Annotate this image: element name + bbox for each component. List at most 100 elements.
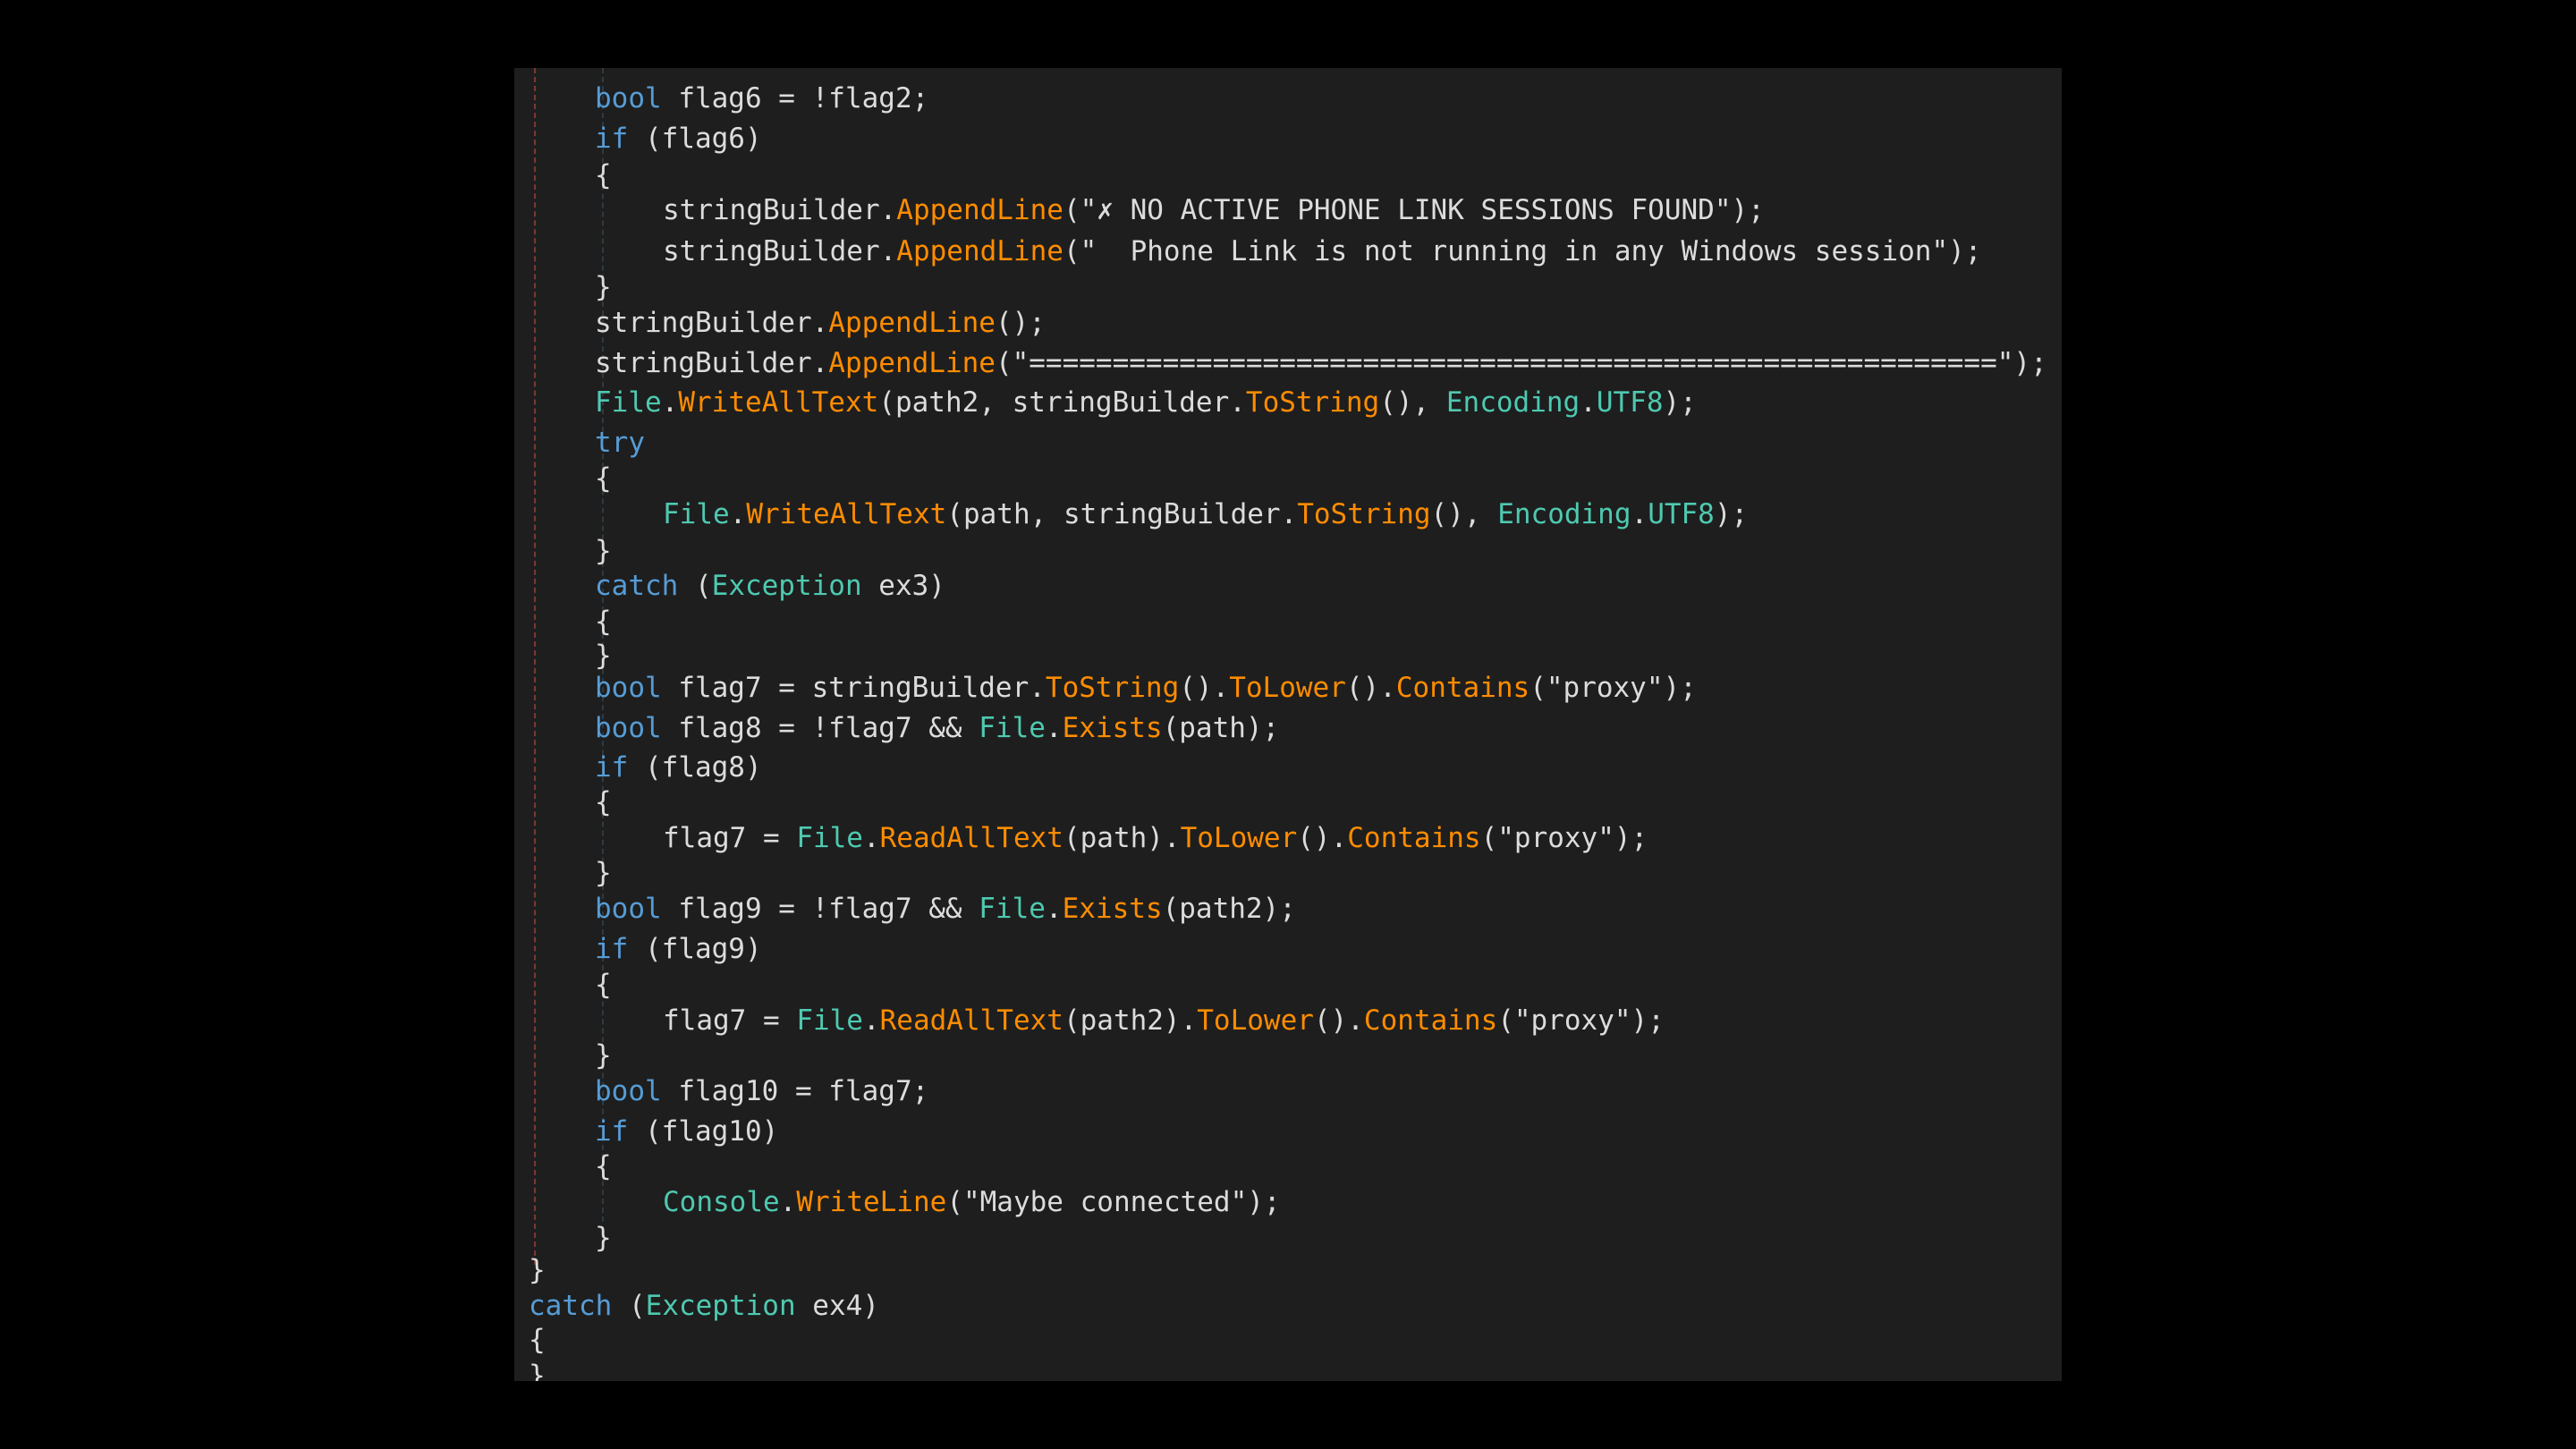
code-line[interactable]: bool flag6 = !flag2;: [595, 80, 928, 116]
code-line[interactable]: {: [595, 157, 612, 193]
code-editor[interactable]: bool flag6 = !flag2; if (flag6){stringBui…: [514, 68, 2062, 1381]
code-line[interactable]: File.WriteAllText(path2, stringBuilder.T…: [595, 385, 1697, 420]
code-token: File: [595, 386, 662, 419]
code-token: Contains: [1395, 672, 1530, 704]
code-token: ();: [995, 307, 1046, 339]
code-line[interactable]: if (flag8): [595, 750, 762, 785]
code-line[interactable]: bool flag9 = !flag7 && File.Exists(path2…: [595, 891, 1296, 927]
code-token: ex3): [861, 570, 945, 602]
code-line[interactable]: }: [595, 269, 612, 305]
code-token: {: [595, 1150, 612, 1182]
code-token: stringBuilder.: [595, 347, 829, 379]
code-token: File: [796, 1004, 863, 1037]
code-line[interactable]: try: [595, 425, 645, 461]
code-area[interactable]: bool flag6 = !flag2; if (flag6){stringBui…: [514, 68, 2062, 1381]
code-line[interactable]: bool flag8 = !flag7 && File.Exists(path)…: [595, 710, 1279, 746]
code-token: Exists: [1062, 893, 1163, 925]
code-token: );: [1663, 386, 1697, 419]
code-token: {: [595, 969, 612, 1001]
code-line[interactable]: {: [595, 461, 612, 496]
code-token: File: [663, 498, 730, 530]
code-token: WriteLine: [796, 1186, 947, 1218]
code-token: flag7 =: [663, 1004, 797, 1037]
code-line[interactable]: stringBuilder.AppendLine("✗ NO ACTIVE PH…: [663, 192, 1765, 228]
code-token: Exception: [645, 1290, 796, 1322]
code-token: ().: [1313, 1004, 1364, 1037]
code-line[interactable]: }: [529, 1252, 546, 1288]
code-line[interactable]: {: [595, 967, 612, 1003]
code-token: bool: [595, 893, 662, 925]
code-line[interactable]: }: [595, 1220, 612, 1256]
code-token: }: [595, 271, 612, 303]
code-token: (" Phone Link is not running in any Wind…: [1063, 235, 1982, 267]
code-line[interactable]: stringBuilder.AppendLine(" Phone Link is…: [663, 233, 1981, 269]
code-line[interactable]: }: [529, 1358, 546, 1381]
code-token: ToString: [1045, 672, 1180, 704]
code-token: }: [595, 857, 612, 889]
code-token: (path2).: [1063, 1004, 1198, 1037]
code-token: .: [1045, 712, 1063, 744]
code-token: ToLower: [1229, 672, 1346, 704]
code-token: (flag9): [628, 933, 762, 965]
code-line[interactable]: {: [595, 1148, 612, 1184]
code-line[interactable]: }: [595, 533, 612, 569]
code-line[interactable]: {: [529, 1322, 546, 1358]
code-line[interactable]: flag7 = File.ReadAllText(path).ToLower()…: [663, 820, 1648, 856]
code-line[interactable]: }: [595, 638, 612, 674]
code-token: }: [595, 1222, 612, 1254]
code-token: {: [595, 606, 612, 638]
code-line[interactable]: if (flag9): [595, 931, 762, 967]
code-token: File: [979, 712, 1046, 744]
code-line[interactable]: bool flag7 = stringBuilder.ToString().To…: [595, 670, 1697, 706]
code-token: (),: [1430, 498, 1498, 530]
code-token: Exception: [711, 570, 862, 602]
code-line[interactable]: Console.WriteLine("Maybe connected");: [663, 1184, 1281, 1220]
code-token: ().: [1179, 672, 1230, 704]
code-line[interactable]: {: [595, 784, 612, 820]
code-line[interactable]: flag7 = File.ReadAllText(path2).ToLower(…: [663, 1003, 1665, 1038]
code-token: ("proxy");: [1480, 822, 1648, 854]
code-token: Encoding: [1445, 386, 1580, 419]
code-token: (: [678, 570, 712, 602]
code-token: .: [1045, 893, 1063, 925]
code-token: if: [595, 1115, 629, 1148]
code-line[interactable]: if (flag6): [595, 121, 762, 157]
code-line[interactable]: if (flag10): [595, 1114, 778, 1149]
code-token: Contains: [1363, 1004, 1498, 1037]
code-token: stringBuilder.: [595, 307, 829, 339]
code-token: if: [595, 123, 629, 155]
code-line[interactable]: }: [595, 855, 612, 891]
code-token: flag6 = !flag2;: [661, 82, 929, 114]
code-token: }: [529, 1360, 546, 1381]
code-token: {: [595, 786, 612, 818]
code-token: (flag6): [628, 123, 762, 155]
code-token: .: [729, 498, 747, 530]
code-line[interactable]: stringBuilder.AppendLine("==============…: [595, 345, 2047, 381]
code-token: AppendLine: [896, 235, 1063, 267]
code-token: flag8 = !flag7 &&: [661, 712, 979, 744]
code-token: catch: [595, 570, 679, 602]
code-token: {: [595, 159, 612, 191]
code-line[interactable]: catch (Exception ex4): [529, 1288, 879, 1324]
code-token: File: [796, 822, 863, 854]
code-line[interactable]: bool flag10 = flag7;: [595, 1073, 928, 1109]
code-token: Console: [663, 1186, 780, 1218]
code-token: ToLower: [1180, 822, 1298, 854]
code-token: (flag8): [628, 751, 762, 784]
code-token: try: [595, 427, 645, 459]
code-line[interactable]: File.WriteAllText(path, stringBuilder.To…: [663, 496, 1748, 532]
code-token: .: [661, 386, 679, 419]
code-token: stringBuilder.: [663, 235, 897, 267]
code-line[interactable]: }: [595, 1038, 612, 1073]
code-line[interactable]: catch (Exception ex3): [595, 568, 945, 604]
code-token: (),: [1379, 386, 1446, 419]
code-line[interactable]: {: [595, 604, 612, 640]
code-line[interactable]: stringBuilder.AppendLine();: [595, 305, 1046, 341]
code-token: );: [1714, 498, 1749, 530]
code-token: (path).: [1063, 822, 1181, 854]
code-token: AppendLine: [828, 347, 996, 379]
code-token: {: [595, 462, 612, 495]
code-token: Contains: [1347, 822, 1481, 854]
code-token: UTF8: [1648, 498, 1715, 530]
code-token: {: [529, 1324, 546, 1356]
